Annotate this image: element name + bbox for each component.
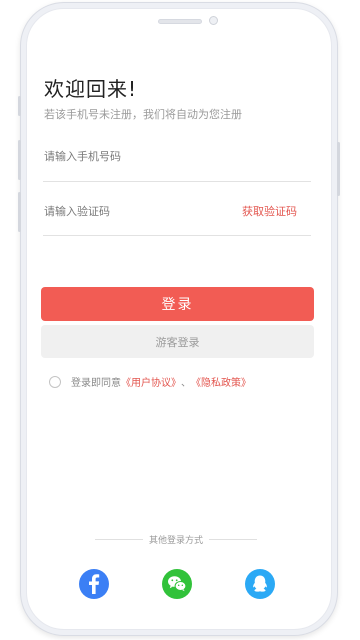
agreement-prefix: 登录即同意 <box>71 378 121 389</box>
code-input[interactable]: 请输入验证码 <box>44 203 204 223</box>
qq-icon <box>253 575 267 592</box>
agreement-row: 登录即同意 《用户协议》 、 《隐私政策》 <box>49 374 251 389</box>
divider-line <box>209 539 258 540</box>
guest-login-button[interactable]: 游客登录 <box>41 325 314 358</box>
phone-input[interactable]: 请输入手机号码 <box>44 148 284 168</box>
stage: 欢迎回来! 若该手机号未注册，我们将自动为您注册 请输入手机号码 请输入验证码 … <box>0 0 360 640</box>
login-button[interactable]: 登录 <box>41 287 314 321</box>
agree-radio[interactable] <box>49 375 61 388</box>
phone-input-underline <box>43 181 311 182</box>
phone-camera <box>209 16 218 25</box>
qq-login-button[interactable] <box>245 569 275 599</box>
phone-side-button <box>18 192 21 232</box>
phone-speaker <box>158 19 202 24</box>
phone-side-button <box>18 140 21 180</box>
facebook-icon <box>89 574 100 594</box>
wechat-icon <box>168 576 187 592</box>
other-login-label: 其他登录方式 <box>149 536 204 546</box>
agreement-separator: 、 <box>181 378 191 389</box>
other-login-divider: 其他登录方式 <box>95 533 258 546</box>
user-agreement-link[interactable]: 《用户协议》 <box>121 374 181 389</box>
privacy-policy-link[interactable]: 《隐私政策》 <box>191 374 251 389</box>
page-title: 欢迎回来! <box>44 77 138 101</box>
phone-side-button <box>18 96 21 116</box>
facebook-login-button[interactable] <box>79 569 109 599</box>
wechat-login-button[interactable] <box>162 569 192 599</box>
code-input-underline <box>43 235 311 236</box>
divider-line <box>95 539 143 540</box>
page-subtitle: 若该手机号未注册，我们将自动为您注册 <box>44 108 242 121</box>
get-code-button[interactable]: 获取验证码 <box>242 203 297 219</box>
phone-power-button <box>337 142 340 196</box>
